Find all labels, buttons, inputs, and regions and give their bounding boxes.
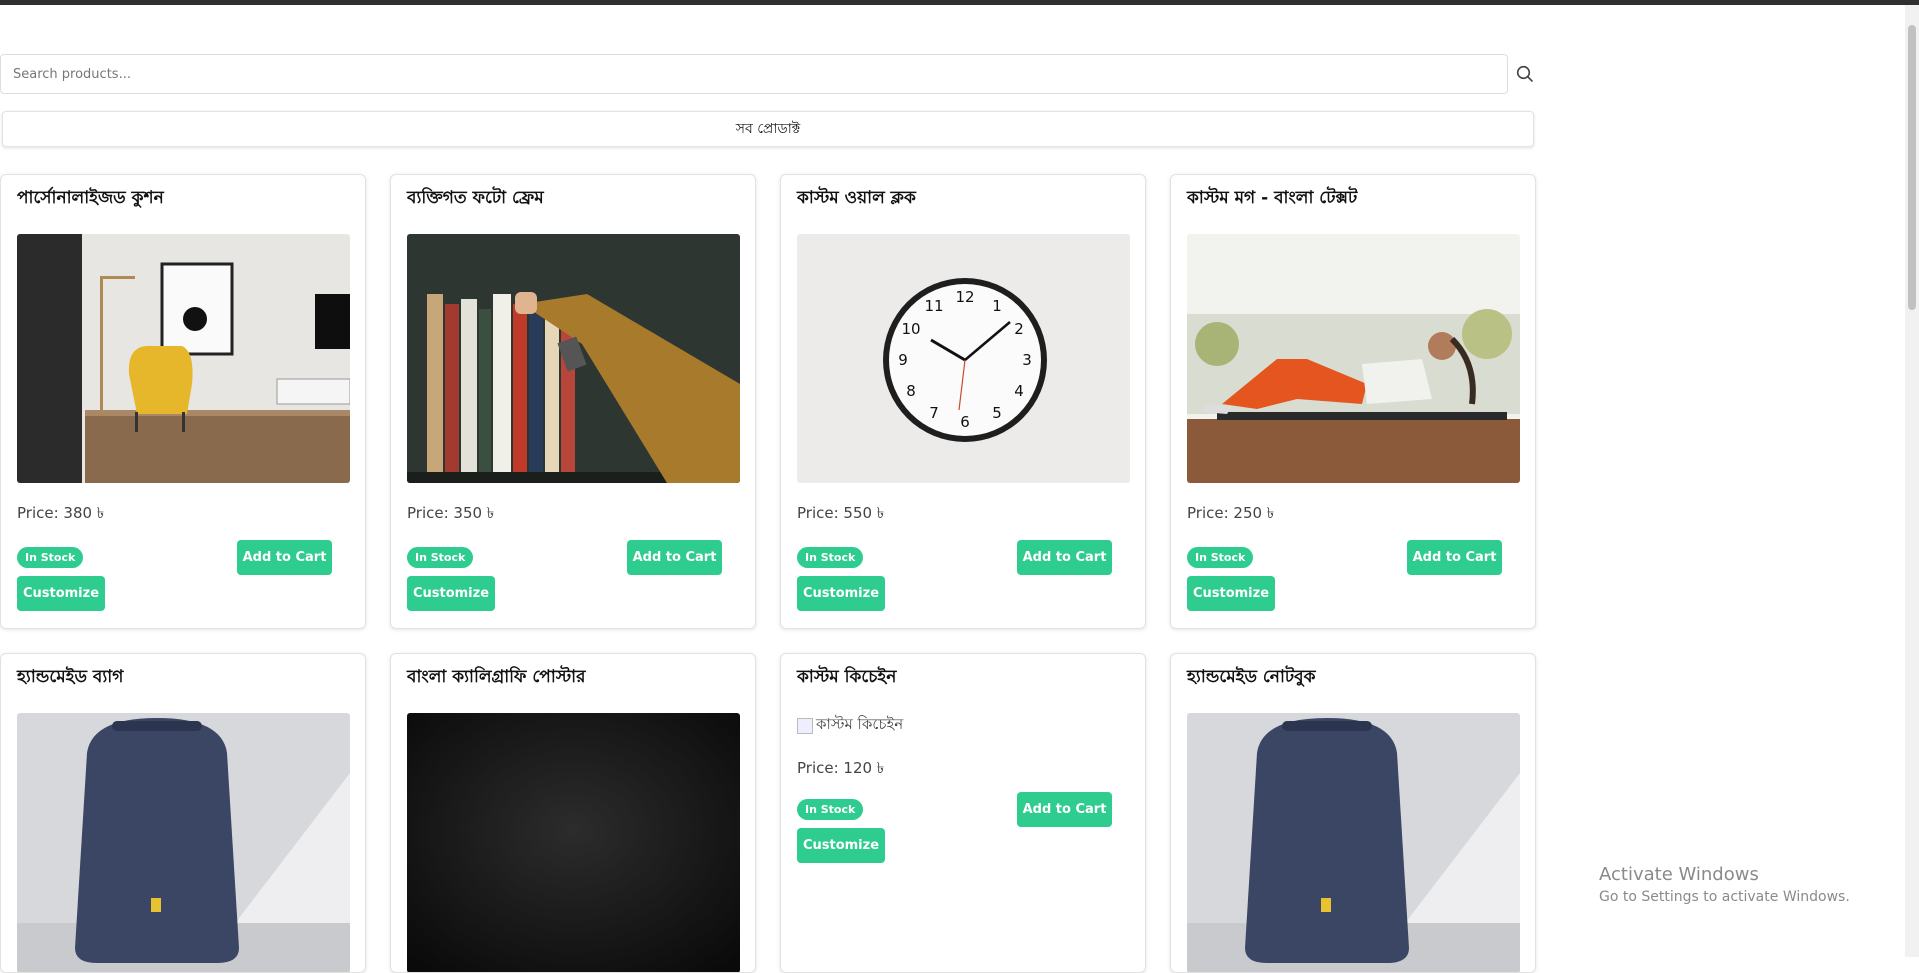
add-to-cart-button[interactable]: Add to Cart	[1407, 540, 1502, 575]
svg-text:8: 8	[906, 382, 916, 400]
add-to-cart-button[interactable]: Add to Cart	[237, 540, 332, 575]
windows-activation-watermark: Activate Windows Go to Settings to activ…	[1599, 864, 1850, 905]
customize-button[interactable]: Customize	[797, 828, 885, 863]
search-button[interactable]	[1514, 62, 1536, 86]
search-icon	[1516, 65, 1533, 82]
product-image[interactable]	[17, 234, 350, 483]
product-image[interactable]	[1187, 713, 1520, 972]
svg-text:10: 10	[901, 320, 920, 338]
watermark-title: Activate Windows	[1599, 864, 1759, 885]
search-input[interactable]	[1, 55, 1507, 93]
svg-text:2: 2	[1014, 320, 1024, 338]
product-image[interactable]	[407, 713, 740, 972]
svg-text:4: 4	[1014, 382, 1024, 400]
customize-button[interactable]: Customize	[797, 576, 885, 611]
window-top-bar	[0, 0, 1919, 5]
product-title: কাস্টম ওয়াল ক্লক	[797, 188, 916, 208]
add-to-cart-button[interactable]: Add to Cart	[1017, 540, 1112, 575]
search-box	[0, 54, 1508, 94]
product-image[interactable]	[17, 713, 350, 972]
stock-badge: In Stock	[797, 799, 864, 820]
broken-image: কাস্টম কিচেইন	[797, 713, 903, 738]
product-card: পার্সোনালাইজড কুশন Price: 380 ৳ In Stock…	[0, 174, 366, 629]
product-image[interactable]: 12 1 2 3 45 6 78 9 10 11	[797, 234, 1130, 483]
product-title: পার্সোনালাইজড কুশন	[17, 188, 164, 208]
product-card: কাস্টম কিচেইন কাস্টম কিচেইন Price: 120 ৳…	[780, 653, 1146, 973]
product-price: Price: 380 ৳	[17, 504, 105, 522]
svg-text:1: 1	[992, 297, 1002, 315]
customize-button[interactable]: Customize	[17, 576, 105, 611]
product-image[interactable]	[407, 234, 740, 483]
product-title: হ্যান্ডমেইড ব্যাগ	[17, 667, 124, 687]
add-to-cart-button[interactable]: Add to Cart	[627, 540, 722, 575]
product-card: বাংলা ক্যালিগ্রাফি পোস্টার	[390, 653, 756, 973]
product-price: Price: 550 ৳	[797, 504, 885, 522]
product-card: হ্যান্ডমেইড নোটবুক	[1170, 653, 1536, 973]
product-title: ব্যক্তিগত ফটো ফ্রেম	[407, 188, 544, 208]
stock-badge: In Stock	[1187, 547, 1254, 568]
svg-text:3: 3	[1022, 351, 1032, 369]
scrollbar-thumb[interactable]	[1908, 25, 1916, 310]
product-price: Price: 250 ৳	[1187, 504, 1275, 522]
customize-button[interactable]: Customize	[1187, 576, 1275, 611]
stock-badge: In Stock	[797, 547, 864, 568]
product-price: Price: 120 ৳	[797, 759, 885, 777]
product-title: হ্যান্ডমেইড নোটবুক	[1187, 667, 1316, 687]
svg-text:11: 11	[924, 297, 943, 315]
category-all-products[interactable]: সব প্রোডাক্ট	[2, 111, 1534, 147]
product-card: ব্যক্তিগত ফটো ফ্রেম Price: 350 ৳ In Stoc…	[390, 174, 756, 629]
stock-badge: In Stock	[17, 547, 84, 568]
page-scrollbar[interactable]	[1905, 5, 1919, 957]
product-price: Price: 350 ৳	[407, 504, 495, 522]
add-to-cart-button[interactable]: Add to Cart	[1017, 792, 1112, 827]
product-image[interactable]	[1187, 234, 1520, 483]
product-title: কাস্টম মগ - বাংলা টেক্সট	[1187, 188, 1358, 208]
product-title: কাস্টম কিচেইন	[797, 667, 897, 687]
customize-button[interactable]: Customize	[407, 576, 495, 611]
product-card: কাস্টম ওয়াল ক্লক 12 1 2 3 45 6 78 9 10 11 Pri…	[780, 174, 1146, 629]
stock-badge: In Stock	[407, 547, 474, 568]
svg-text:9: 9	[898, 351, 908, 369]
watermark-subtitle: Go to Settings to activate Windows.	[1599, 889, 1850, 905]
product-title: বাংলা ক্যালিগ্রাফি পোস্টার	[407, 667, 586, 687]
image-alt-text: কাস্টম কিচেইন	[816, 715, 904, 733]
broken-image-icon	[797, 717, 813, 734]
product-card: হ্যান্ডমেইড ব্যাগ	[0, 653, 366, 973]
svg-text:5: 5	[992, 404, 1002, 422]
product-card: কাস্টম মগ - বাংলা টেক্সট Price: 250 ৳ In…	[1170, 174, 1536, 629]
svg-text:7: 7	[929, 404, 939, 422]
svg-text:12: 12	[955, 288, 974, 306]
svg-text:6: 6	[960, 413, 970, 431]
